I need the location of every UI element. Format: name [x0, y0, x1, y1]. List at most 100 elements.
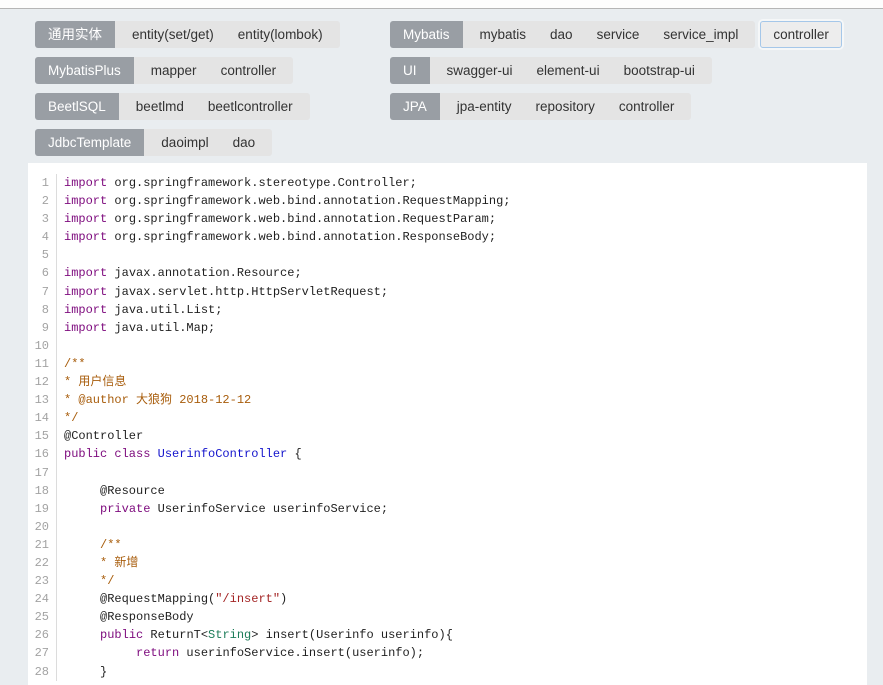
code-line: 13* @author 大狼狗 2018-12-12 [28, 391, 867, 409]
group-body: jpa-entityrepositorycontroller [440, 93, 692, 120]
template-button-dao[interactable]: dao [221, 130, 268, 155]
template-button-service[interactable]: service [585, 22, 652, 47]
code-token: public [100, 628, 143, 642]
group-body: daoimpldao [144, 129, 272, 156]
line-number: 7 [28, 283, 57, 301]
code-token: @RequestMapping( [64, 592, 215, 606]
code-line: 12* 用户信息 [28, 373, 867, 391]
group-label: BeetlSQL [35, 93, 119, 120]
code-line: 21 /** [28, 536, 867, 554]
code-token: private [100, 502, 150, 516]
line-number: 27 [28, 644, 57, 662]
code-token: ) [280, 592, 287, 606]
template-button-element-ui[interactable]: element-ui [525, 58, 612, 83]
code-token: import [64, 266, 107, 280]
line-number: 28 [28, 663, 57, 681]
code-token: javax.annotation.Resource; [107, 266, 301, 280]
code-token: public class [64, 447, 158, 461]
group-label: MybatisPlus [35, 57, 134, 84]
template-button-swagger-ui[interactable]: swagger-ui [435, 58, 525, 83]
code-token: * 新增 [64, 556, 138, 570]
line-number: 14 [28, 409, 57, 427]
code-token: @Controller [64, 429, 143, 443]
line-number: 8 [28, 301, 57, 319]
line-content: @Resource [57, 482, 165, 500]
line-number: 4 [28, 228, 57, 246]
template-button-controller[interactable]: controller [607, 94, 687, 119]
code-token: String [208, 628, 251, 642]
code-token: /** [64, 357, 86, 371]
line-content: * 用户信息 [57, 373, 126, 391]
line-number: 19 [28, 500, 57, 518]
group-label: Mybatis [390, 21, 463, 48]
code-token: import [64, 194, 107, 208]
template-button-entity-set-get-[interactable]: entity(set/get) [120, 22, 226, 47]
template-button-controller[interactable]: controller [209, 58, 289, 83]
code-token: * 用户信息 [64, 375, 126, 389]
template-button-bootstrap-ui[interactable]: bootstrap-ui [612, 58, 707, 83]
code-line: 27 return userinfoService.insert(userinf… [28, 644, 867, 662]
code-line: 1import org.springframework.stereotype.C… [28, 174, 867, 192]
code-line: 5 [28, 246, 867, 264]
template-button-beetlcontroller[interactable]: beetlcontroller [196, 94, 305, 119]
code-token: import [64, 230, 107, 244]
generated-code-panel[interactable]: 1import org.springframework.stereotype.C… [28, 163, 867, 685]
line-number: 16 [28, 445, 57, 463]
code-token: } [64, 665, 107, 679]
template-button-dao[interactable]: dao [538, 22, 585, 47]
template-button-mapper[interactable]: mapper [139, 58, 209, 83]
line-content: */ [57, 409, 78, 427]
code-line: 7import javax.servlet.http.HttpServletRe… [28, 283, 867, 301]
template-button-beetlmd[interactable]: beetlmd [124, 94, 196, 119]
code-line: 25 @ResponseBody [28, 608, 867, 626]
line-content: * 新增 [57, 554, 138, 572]
template-button-controller[interactable]: controller [760, 21, 842, 48]
group-body: mybatisdaoserviceservice_impl [463, 21, 756, 48]
top-strip [0, 0, 883, 9]
template-button-repository[interactable]: repository [524, 94, 607, 119]
line-content: import java.util.List; [57, 301, 222, 319]
line-content: @Controller [57, 427, 143, 445]
template-button-jpa-entity[interactable]: jpa-entity [445, 94, 524, 119]
line-number: 2 [28, 192, 57, 210]
group-label: JPA [390, 93, 440, 120]
code-line: 22 * 新增 [28, 554, 867, 572]
line-number: 3 [28, 210, 57, 228]
code-line: 15@Controller [28, 427, 867, 445]
code-line: 4import org.springframework.web.bind.ann… [28, 228, 867, 246]
code-token: org.springframework.web.bind.annotation.… [107, 194, 510, 208]
template-button-entity-lombok-[interactable]: entity(lombok) [226, 22, 335, 47]
code-line: 20 [28, 518, 867, 536]
code-token: @ResponseBody [64, 610, 194, 624]
code-token: "/insert" [215, 592, 280, 606]
code-token: * @author 大狼狗 2018-12-12 [64, 393, 251, 407]
line-content: * @author 大狼狗 2018-12-12 [57, 391, 251, 409]
code-token: { [287, 447, 301, 461]
code-token: org.springframework.web.bind.annotation.… [107, 212, 496, 226]
template-button-daoimpl[interactable]: daoimpl [149, 130, 220, 155]
line-number: 9 [28, 319, 57, 337]
code-token: org.springframework.stereotype.Controlle… [107, 176, 417, 190]
line-number: 17 [28, 464, 57, 482]
line-number: 25 [28, 608, 57, 626]
code-token: import [64, 321, 107, 335]
line-content: @ResponseBody [57, 608, 194, 626]
line-content: import org.springframework.web.bind.anno… [57, 228, 496, 246]
template-group-beetlsql: BeetlSQLbeetlmdbeetlcontroller [35, 93, 310, 120]
code-token: java.util.Map; [107, 321, 215, 335]
group-body: entity(set/get)entity(lombok) [115, 21, 340, 48]
template-button-service_impl[interactable]: service_impl [651, 22, 750, 47]
group-label: JdbcTemplate [35, 129, 144, 156]
line-content: import javax.servlet.http.HttpServletReq… [57, 283, 388, 301]
line-content: import org.springframework.stereotype.Co… [57, 174, 417, 192]
line-content: public class UserinfoController { [57, 445, 302, 463]
line-number: 26 [28, 626, 57, 644]
code-line: 2 import org.springframework.web.bind.ann… [28, 192, 867, 210]
code-token: java.util.List; [107, 303, 222, 317]
template-button-mybatis[interactable]: mybatis [468, 22, 539, 47]
line-content: import javax.annotation.Resource; [57, 264, 302, 282]
line-content: private UserinfoService userinfoService; [57, 500, 388, 518]
code-token: UserinfoController [158, 447, 288, 461]
line-content: */ [57, 572, 114, 590]
line-number: 23 [28, 572, 57, 590]
